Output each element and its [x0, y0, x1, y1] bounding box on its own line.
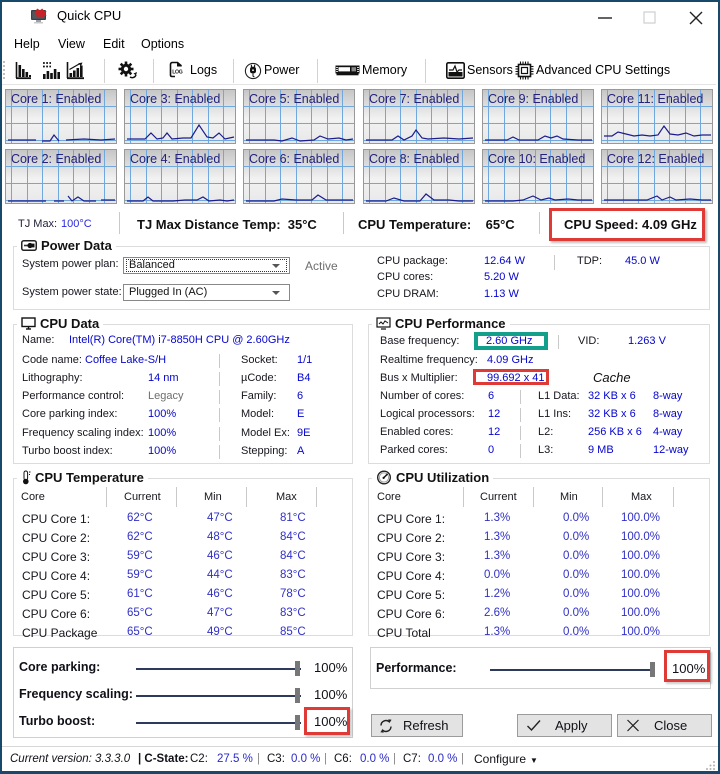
svg-text:LOG: LOG — [172, 70, 183, 76]
